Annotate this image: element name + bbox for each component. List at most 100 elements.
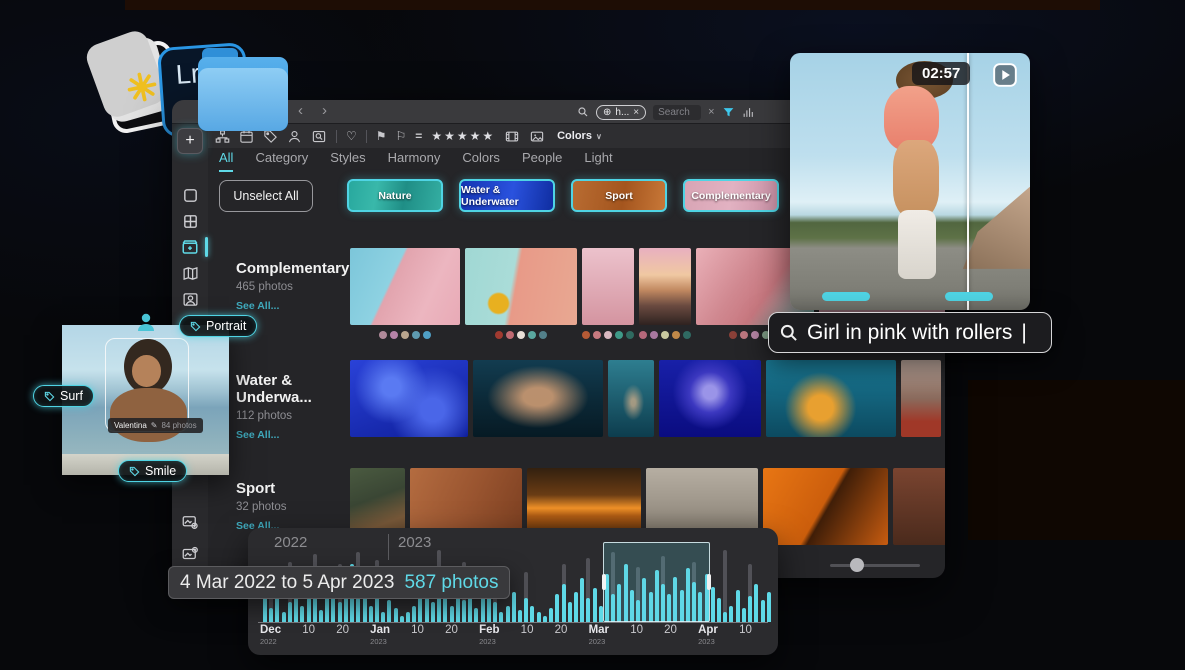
sidebar-item-people[interactable] [180,289,200,309]
category-card-complementary[interactable]: Complementary [683,179,779,212]
person-name-label[interactable]: Valentina ✎ 84 photos [108,418,203,433]
text-cursor: | [1021,321,1026,345]
tab-styles[interactable]: Styles [330,150,365,172]
sidebar-item-grid-view[interactable] [180,211,200,231]
horizontal-scrollbar-handle[interactable] [850,558,864,572]
rating-operator[interactable]: = [415,129,422,143]
selection-handle-left[interactable] [602,574,606,590]
image-icon[interactable] [529,129,545,144]
sidebar-item-single-view[interactable] [180,185,200,205]
tab-people[interactable]: People [522,150,562,172]
photo-thumbnail[interactable] [901,360,941,437]
colors-dropdown-label: Colors [557,130,592,142]
tag-chip-portrait[interactable]: Portrait [179,315,257,337]
photo-thumbnail[interactable] [582,248,634,325]
palette-dot [740,331,748,339]
screenshot-stage: Lr CAT ‹ › ⊕ h... × Search × [0,0,1185,670]
tag-icon [129,466,140,477]
star-rating-filter[interactable]: ★★★★★ [431,129,495,143]
video-preview-panel[interactable]: 02:57 [790,53,1030,310]
category-card-label: Sport [605,190,632,202]
person-detected-icon [134,310,158,334]
trim-handle-pill[interactable] [945,292,993,301]
chevron-down-icon: ∨ [596,132,602,141]
histogram-bar [767,592,771,622]
photo-thumbnail[interactable] [659,360,761,437]
tab-light[interactable]: Light [584,150,612,172]
play-button-icon[interactable] [992,62,1018,88]
palette-dot [751,331,759,339]
photo-thumbnail[interactable] [893,468,945,545]
folder-front [198,68,288,131]
photo-thumbnail[interactable] [763,468,888,545]
trim-handle-pill[interactable] [822,292,870,301]
histogram-bar [593,588,597,622]
histogram-bar [761,600,765,622]
toolbar-separator [336,130,337,143]
see-all-link[interactable]: See All... [236,300,348,312]
tag-chip-smile[interactable]: Smile [118,460,187,482]
photo-thumbnail[interactable] [608,360,654,437]
photo-thumbnail[interactable] [766,360,896,437]
tab-all[interactable]: All [219,150,233,172]
photo-item [473,360,603,437]
folder-icon[interactable] [198,57,288,131]
search-input[interactable]: Search [653,105,701,120]
category-card-water-underwater[interactable]: Water & Underwater [459,179,555,212]
photo-search-icon[interactable] [311,129,327,144]
timeline-selection[interactable] [603,542,710,622]
ai-search-input[interactable]: Girl in pink with rollers [807,321,1012,345]
film-icon[interactable] [504,129,520,144]
flag-picked-icon[interactable]: ⚑ [376,130,387,142]
tab-harmony[interactable]: Harmony [388,150,441,172]
add-button[interactable]: + [177,128,203,154]
histogram-bar [450,606,454,622]
color-palette [350,331,460,339]
photo-thumbnail[interactable] [350,248,460,325]
section-title: Complementary [236,260,348,277]
section-label-sport: Sport 32 photos See All... [236,480,348,532]
stats-icon[interactable] [742,106,755,119]
category-card-sport[interactable]: Sport [571,179,667,212]
photo-thumbnail[interactable] [350,360,468,437]
sidebar-item-photo-settings[interactable] [180,512,200,532]
video-scrubber-line[interactable] [967,53,969,310]
histogram-bar [530,606,534,622]
unselect-all-button[interactable]: Unselect All [219,180,313,212]
histogram-bar [748,596,752,622]
sidebar-item-map[interactable] [180,263,200,283]
tag-chip-surf[interactable]: Surf [33,385,94,407]
sidebar-item-photo-add[interactable] [180,544,200,564]
histogram-bar [568,602,572,622]
person-icon[interactable] [287,129,302,144]
axis-label: Mar2023 [589,624,609,646]
sidebar-item-catalog-box[interactable] [180,237,200,257]
ai-search-bar[interactable]: Girl in pink with rollers | [768,312,1052,353]
photo-thumbnail[interactable] [639,248,691,325]
chip-filter-icon: ⊕ [603,107,611,118]
flag-rejected-icon[interactable]: ⚐ [396,130,407,142]
selection-handle-right[interactable] [707,574,711,590]
search-filter-chip[interactable]: ⊕ h... × [596,105,646,120]
tab-colors[interactable]: Colors [462,150,500,172]
tab-category[interactable]: Category [255,150,308,172]
category-tabs: All Category Styles Harmony Colors People Ligh… [219,150,613,172]
histogram-bar [723,612,727,622]
photo-thumbnail[interactable] [473,360,603,437]
filter-funnel-icon[interactable] [722,106,735,119]
forward-button[interactable]: › [322,102,327,119]
chip-close-icon[interactable]: × [633,107,639,118]
colors-dropdown[interactable]: Colors ∨ [557,130,602,142]
horizontal-scrollbar-track[interactable] [830,564,920,567]
photo-item [608,360,654,437]
histogram-bar [307,598,311,622]
photo-thumbnail[interactable] [465,248,577,325]
favorite-heart-icon[interactable]: ♡ [346,130,357,142]
see-all-link[interactable]: See All... [236,429,348,441]
palette-dot [379,331,387,339]
back-button[interactable]: ‹ [298,102,303,119]
category-card-nature[interactable]: Nature [347,179,443,212]
tag-label: Surf [60,389,83,403]
edit-pencil-icon[interactable]: ✎ [151,421,158,430]
clear-search-icon[interactable]: × [708,106,714,118]
